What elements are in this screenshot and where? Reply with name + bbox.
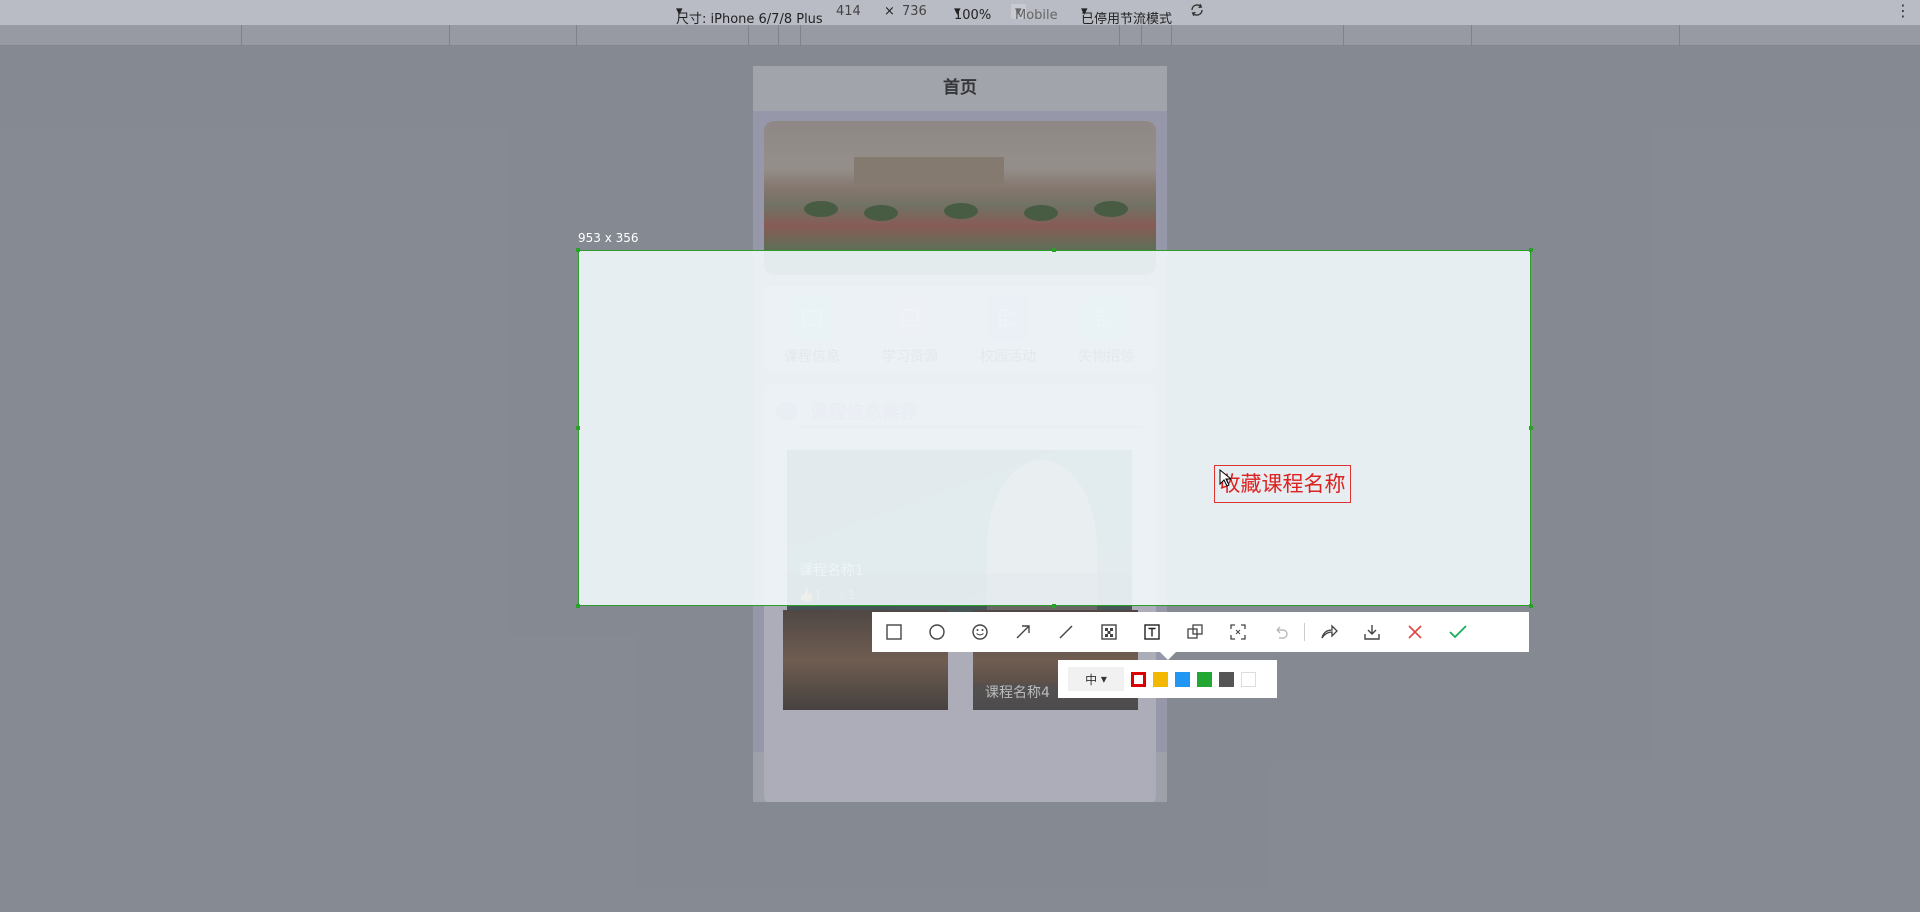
- tab-news[interactable]: 校园新闻: [859, 756, 959, 794]
- text-options-bar: 中 ▾: [1058, 660, 1277, 698]
- capture-toolbar: [872, 612, 1529, 652]
- pin-to-screen-icon: [1186, 624, 1203, 639]
- options-caret: [1160, 652, 1176, 660]
- arrow-icon: [1016, 625, 1030, 639]
- device-select[interactable]: 尺寸: iPhone 6/7/8 Plus ▾: [676, 4, 823, 27]
- home-icon: [797, 759, 813, 774]
- mobile-select[interactable]: Mobile ▾: [1011, 4, 1058, 23]
- line-tool[interactable]: [1044, 612, 1087, 652]
- tab-interact[interactable]: 交流互动: [963, 756, 1063, 794]
- arrow-tool[interactable]: [1001, 612, 1044, 652]
- throttle-select[interactable]: 已停用节流模式 ▾: [1081, 4, 1172, 27]
- tab-label: 交流互动: [993, 783, 1033, 794]
- user-icon: [1109, 758, 1125, 775]
- tab-label: 我的: [1107, 783, 1127, 794]
- text-annotation[interactable]: 收藏课程名称: [1214, 465, 1351, 503]
- confirm-tool[interactable]: [1436, 612, 1479, 652]
- mosaic-icon: [1100, 624, 1117, 640]
- text-tool[interactable]: [1130, 612, 1173, 652]
- width-field[interactable]: 414: [836, 4, 861, 19]
- page-title: 首页: [753, 66, 1167, 111]
- font-size-select[interactable]: 中 ▾: [1068, 667, 1124, 691]
- save-tool[interactable]: [1350, 612, 1393, 652]
- undo-tool[interactable]: [1259, 612, 1302, 652]
- device-toolbar: 尺寸: iPhone 6/7/8 Plus ▾ 414 × 736 100% ▾…: [0, 0, 1920, 27]
- news-icon: [901, 758, 917, 774]
- tab-home[interactable]: 首页: [755, 756, 855, 794]
- share-icon: [1320, 624, 1338, 639]
- mosaic-tool[interactable]: [1087, 612, 1130, 652]
- rotate-icon[interactable]: [1189, 2, 1205, 18]
- rectangle-icon: [885, 624, 902, 640]
- color-swatch-gray[interactable]: [1219, 671, 1234, 687]
- bottom-tab-bar: 首页 校园新闻 交流互动 我的: [753, 752, 1167, 802]
- toolbar-divider: [1304, 623, 1305, 641]
- ocr-icon: [1229, 624, 1246, 640]
- chat-icon: [1005, 759, 1021, 775]
- emoji-tool[interactable]: [958, 612, 1001, 652]
- undo-icon: [1276, 626, 1288, 639]
- capture-selection[interactable]: [576, 248, 1533, 608]
- cancel-tool[interactable]: [1393, 612, 1436, 652]
- color-swatch-red[interactable]: [1131, 671, 1146, 687]
- ocr-tool[interactable]: [1216, 612, 1259, 652]
- pin-tool[interactable]: [1173, 612, 1216, 652]
- color-swatch-yellow[interactable]: [1153, 671, 1168, 687]
- color-swatch-blue[interactable]: [1175, 671, 1190, 687]
- mouse-cursor-icon: [1219, 469, 1231, 487]
- check-icon: [1448, 625, 1467, 639]
- circle-icon: [928, 624, 945, 640]
- selection-size-label: 953 x 356: [578, 231, 639, 245]
- tab-mine[interactable]: 我的: [1067, 756, 1167, 794]
- height-field[interactable]: 736: [902, 4, 927, 19]
- tab-label: 校园新闻: [889, 783, 929, 794]
- dimension-times: ×: [884, 4, 895, 19]
- zoom-select[interactable]: 100% ▾: [954, 4, 991, 23]
- download-icon: [1363, 625, 1380, 640]
- tab-label: 首页: [795, 783, 815, 794]
- share-tool[interactable]: [1307, 612, 1350, 652]
- line-icon: [1059, 625, 1072, 639]
- color-swatch-white[interactable]: [1241, 671, 1256, 687]
- media-query-ruler: [0, 25, 1920, 46]
- ellipse-tool[interactable]: [915, 612, 958, 652]
- emoji-icon: [971, 624, 988, 640]
- rectangle-tool[interactable]: [872, 612, 915, 652]
- text-icon: [1143, 624, 1160, 640]
- close-icon: [1407, 625, 1422, 639]
- color-swatch-green[interactable]: [1197, 671, 1212, 687]
- more-options-icon[interactable]: ⋮: [1895, 1, 1911, 20]
